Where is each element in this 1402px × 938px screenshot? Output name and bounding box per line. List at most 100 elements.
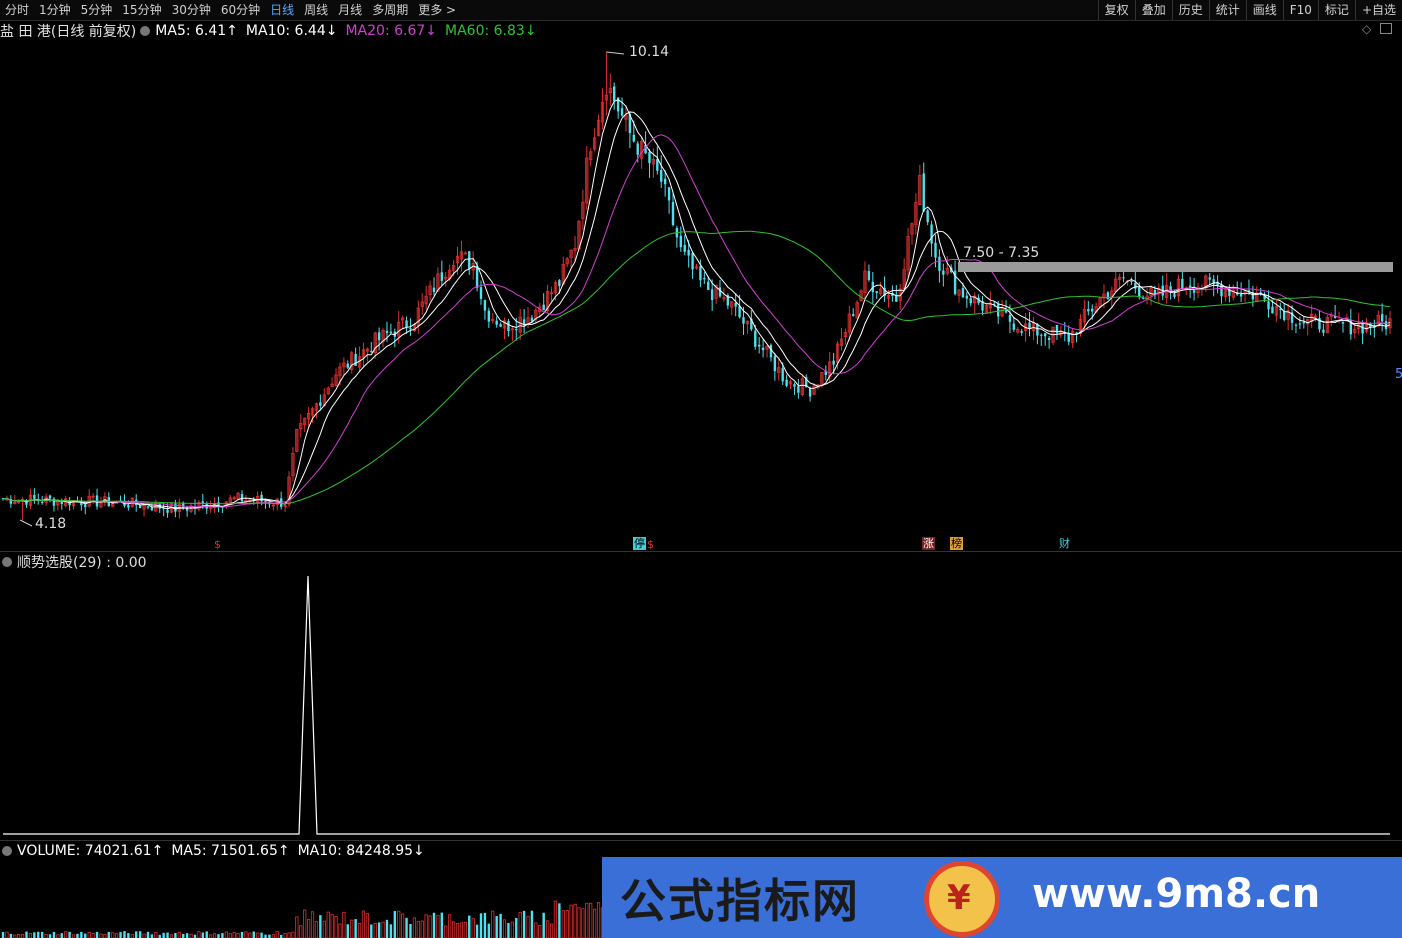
candle-body [440, 272, 444, 281]
candle-body [636, 143, 639, 155]
tool-button[interactable]: 画线 [1245, 0, 1283, 20]
candle-body [319, 402, 322, 406]
tool-button[interactable]: F10 [1282, 0, 1318, 20]
event-marker[interactable]: 财 [1058, 537, 1071, 550]
ma5-line [2, 99, 1391, 510]
volume-bar [319, 915, 322, 938]
volume-bar [127, 933, 130, 938]
period-tab[interactable]: 15分钟 [117, 0, 166, 20]
tool-button[interactable]: 复权 [1097, 0, 1135, 20]
volume-bar [581, 908, 585, 938]
volume-bar [553, 900, 558, 938]
candle-body [1239, 293, 1243, 297]
watermark-banner: 公式指标网 ¥ www.9m8.cn [602, 857, 1402, 938]
candle-body [409, 328, 412, 330]
period-tab[interactable]: 更多 > [413, 0, 461, 20]
candle-body [710, 289, 714, 300]
candle-body [558, 280, 561, 287]
candle-body [370, 351, 373, 353]
volume-bar [248, 932, 252, 938]
volume-bar [44, 934, 48, 938]
volume-bar [91, 933, 95, 938]
candle-body [930, 224, 933, 244]
volume-bar [80, 931, 83, 938]
candle-body [703, 277, 706, 280]
tool-button[interactable]: 历史 [1171, 0, 1209, 20]
period-tab[interactable]: 周线 [299, 0, 333, 20]
candle-body [468, 251, 471, 269]
volume-bar [455, 922, 460, 938]
signal-line [3, 575, 1390, 835]
event-marker[interactable]: $ [213, 538, 222, 551]
volume-bar [310, 911, 315, 938]
volume-bar [205, 931, 208, 938]
volume-bar [475, 924, 479, 938]
candle-body [1173, 294, 1176, 297]
volume-bar [342, 911, 346, 938]
volume-bar [146, 931, 150, 938]
period-tab[interactable]: 日线 [265, 0, 299, 20]
candle-body [346, 363, 349, 368]
volume-bar [162, 932, 165, 938]
volume-bar [150, 934, 154, 938]
event-marker[interactable]: 停 [633, 537, 646, 550]
candle-body [389, 331, 393, 333]
period-tab[interactable]: 30分钟 [167, 0, 216, 20]
volume-bar [451, 921, 456, 938]
candle-body [260, 494, 263, 502]
candle-body [1267, 301, 1270, 310]
candle-body [797, 386, 800, 393]
tool-button[interactable]: 标记 [1317, 0, 1355, 20]
period-tab[interactable]: 1分钟 [34, 0, 76, 20]
volume-bar [370, 924, 373, 938]
candle-body [499, 324, 502, 327]
period-tab[interactable]: 60分钟 [216, 0, 265, 20]
volume-bar [549, 923, 554, 938]
candle-body [781, 368, 784, 382]
candle-body [656, 159, 659, 171]
volume-bar [507, 923, 510, 938]
indicator-chart[interactable] [0, 552, 1402, 838]
tool-button[interactable]: 叠加 [1134, 0, 1172, 20]
tool-button[interactable]: +自选 [1354, 0, 1402, 20]
candle-body [773, 355, 777, 372]
event-marker[interactable]: $ [646, 538, 655, 551]
candle-body [691, 252, 694, 270]
volume-bar [28, 933, 33, 938]
volume-bar [354, 919, 357, 938]
volume-bar [212, 933, 217, 938]
candlestick-chart[interactable] [0, 20, 1402, 550]
candle-body [938, 256, 941, 271]
volume-bar [357, 923, 362, 938]
volume-bar [123, 931, 126, 938]
candle-body [922, 173, 925, 212]
candle-body [1044, 333, 1047, 337]
volume-bar [350, 919, 354, 938]
volume-bar [232, 932, 236, 938]
candle-body [648, 152, 651, 164]
period-tab[interactable]: 分时 [0, 0, 34, 20]
volume-bar [577, 907, 581, 938]
candle-body [127, 505, 130, 508]
event-marker[interactable]: 榜 [950, 537, 963, 550]
volume-bar [260, 932, 263, 938]
tool-button[interactable]: 统计 [1208, 0, 1246, 20]
volume-bar [5, 931, 9, 938]
settings-dot-icon[interactable] [2, 846, 12, 856]
volume-bar [428, 915, 432, 938]
period-tab[interactable]: 5分钟 [76, 0, 118, 20]
candle-body [1341, 322, 1345, 324]
period-tab[interactable]: 多周期 [367, 0, 413, 20]
volume-bar [510, 921, 514, 938]
candle-body [1130, 280, 1133, 282]
candle-body [832, 360, 835, 365]
period-tab[interactable]: 月线 [333, 0, 367, 20]
event-marker[interactable]: 涨 [922, 537, 935, 550]
volume-bar [459, 922, 464, 938]
candle-body [707, 281, 710, 290]
candle-body [1153, 290, 1157, 294]
candle-body [852, 314, 855, 316]
candle-body [1322, 329, 1325, 333]
volume-bar [244, 931, 248, 938]
candle-body [146, 506, 150, 508]
